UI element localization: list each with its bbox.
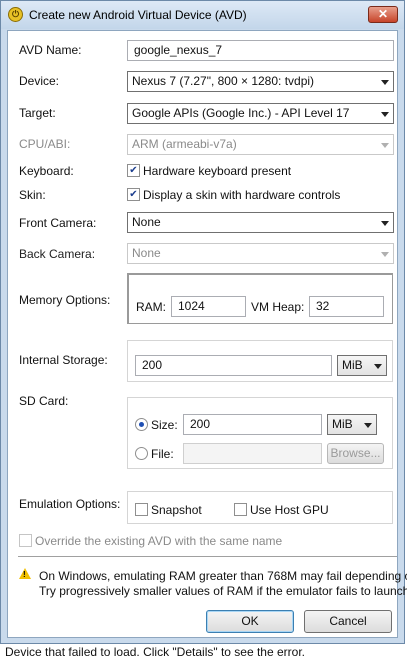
internal-storage-unit-value: MiB: [342, 358, 363, 372]
android-sdk-icon: ⏻: [8, 7, 23, 22]
sd-file-label[interactable]: File:: [151, 447, 174, 461]
dialog-body: AVD Name: google_nexus_7 Device: Nexus 7…: [7, 30, 407, 638]
avd-dialog-window: ⏻ Create new Android Virtual Device (AVD…: [0, 0, 407, 644]
chevron-down-icon: [381, 143, 389, 148]
ram-input[interactable]: 1024: [171, 296, 246, 317]
chevron-down-icon: [381, 112, 389, 117]
back-camera-value: None: [132, 246, 161, 260]
cpu-abi-select: ARM (armeabi-v7a): [127, 134, 394, 155]
front-camera-label: Front Camera:: [19, 216, 97, 230]
warning-icon: !: [19, 568, 31, 579]
chevron-down-icon: [374, 364, 382, 369]
internal-storage-group: 200 MiB: [127, 340, 393, 382]
keyboard-checkbox-label[interactable]: Hardware keyboard present: [143, 164, 291, 178]
vm-heap-label: VM Heap:: [251, 300, 305, 314]
close-button[interactable]: ✕: [368, 6, 398, 23]
chevron-down-icon: [381, 221, 389, 226]
target-label: Target:: [19, 106, 56, 120]
sd-card-group: Size: 200 MiB File: Browse...: [127, 397, 393, 469]
sd-file-radio[interactable]: [135, 447, 148, 460]
override-checkbox-label: Override the existing AVD with the same …: [35, 534, 283, 548]
sd-card-label: SD Card:: [19, 394, 69, 408]
title-bar[interactable]: ⏻ Create new Android Virtual Device (AVD…: [1, 1, 404, 29]
cpu-abi-value: ARM (armeabi-v7a): [132, 137, 237, 151]
sd-size-label[interactable]: Size:: [151, 418, 178, 432]
separator: [18, 556, 397, 558]
cpu-abi-label: CPU/ABI:: [19, 137, 71, 151]
device-select-value: Nexus 7 (7.27", 800 × 1280: tvdpi): [132, 74, 315, 88]
warning-line-2: Try progressively smaller values of RAM …: [39, 584, 407, 598]
device-label: Device:: [19, 74, 60, 88]
snapshot-checkbox-label[interactable]: Snapshot: [151, 503, 202, 517]
keyboard-checkbox[interactable]: ✔: [127, 164, 140, 177]
sd-file-input: [183, 443, 322, 464]
chevron-down-icon: [381, 252, 389, 257]
override-checkbox: [19, 534, 32, 547]
vm-heap-input[interactable]: 32: [309, 296, 384, 317]
snapshot-checkbox[interactable]: [135, 503, 148, 516]
chevron-down-icon: [381, 80, 389, 85]
avd-name-input[interactable]: google_nexus_7: [127, 40, 394, 61]
target-select[interactable]: Google APIs (Google Inc.) - API Level 17: [127, 103, 394, 124]
skin-label: Skin:: [19, 188, 46, 202]
host-gpu-checkbox-label[interactable]: Use Host GPU: [250, 503, 329, 517]
ram-label: RAM:: [136, 300, 166, 314]
internal-storage-input[interactable]: 200: [135, 355, 332, 376]
front-camera-select[interactable]: None: [127, 212, 394, 233]
sd-size-unit-value: MiB: [332, 417, 353, 431]
chevron-down-icon: [364, 423, 372, 428]
back-camera-label: Back Camera:: [19, 247, 96, 261]
emulation-options-group: Snapshot Use Host GPU: [127, 491, 393, 524]
window-title: Create new Android Virtual Device (AVD): [29, 8, 247, 22]
memory-options-label: Memory Options:: [19, 293, 111, 307]
device-select[interactable]: Nexus 7 (7.27", 800 × 1280: tvdpi): [127, 71, 394, 92]
back-camera-select: None: [127, 243, 394, 264]
internal-storage-label: Internal Storage:: [19, 353, 108, 367]
skin-checkbox-label[interactable]: Display a skin with hardware controls: [143, 188, 340, 202]
keyboard-label: Keyboard:: [19, 164, 74, 178]
cancel-button[interactable]: Cancel: [304, 610, 392, 633]
sd-size-input[interactable]: 200: [183, 414, 322, 435]
memory-options-group: RAM: 1024 VM Heap: 32: [127, 273, 393, 324]
ok-button[interactable]: OK: [206, 610, 294, 633]
host-gpu-checkbox[interactable]: [234, 503, 247, 516]
emulation-options-label: Emulation Options:: [19, 497, 121, 511]
sd-size-radio[interactable]: [135, 418, 148, 431]
browse-button: Browse...: [327, 443, 384, 464]
internal-storage-unit-select[interactable]: MiB: [337, 355, 387, 376]
target-select-value: Google APIs (Google Inc.) - API Level 17: [132, 106, 350, 120]
warning-line-1: On Windows, emulating RAM greater than 7…: [39, 569, 407, 583]
avd-name-label: AVD Name:: [19, 43, 82, 57]
sd-size-unit-select[interactable]: MiB: [327, 414, 377, 435]
front-camera-value: None: [132, 215, 161, 229]
background-status-text: Device that failed to load. Click "Detai…: [5, 645, 305, 659]
skin-checkbox[interactable]: ✔: [127, 188, 140, 201]
